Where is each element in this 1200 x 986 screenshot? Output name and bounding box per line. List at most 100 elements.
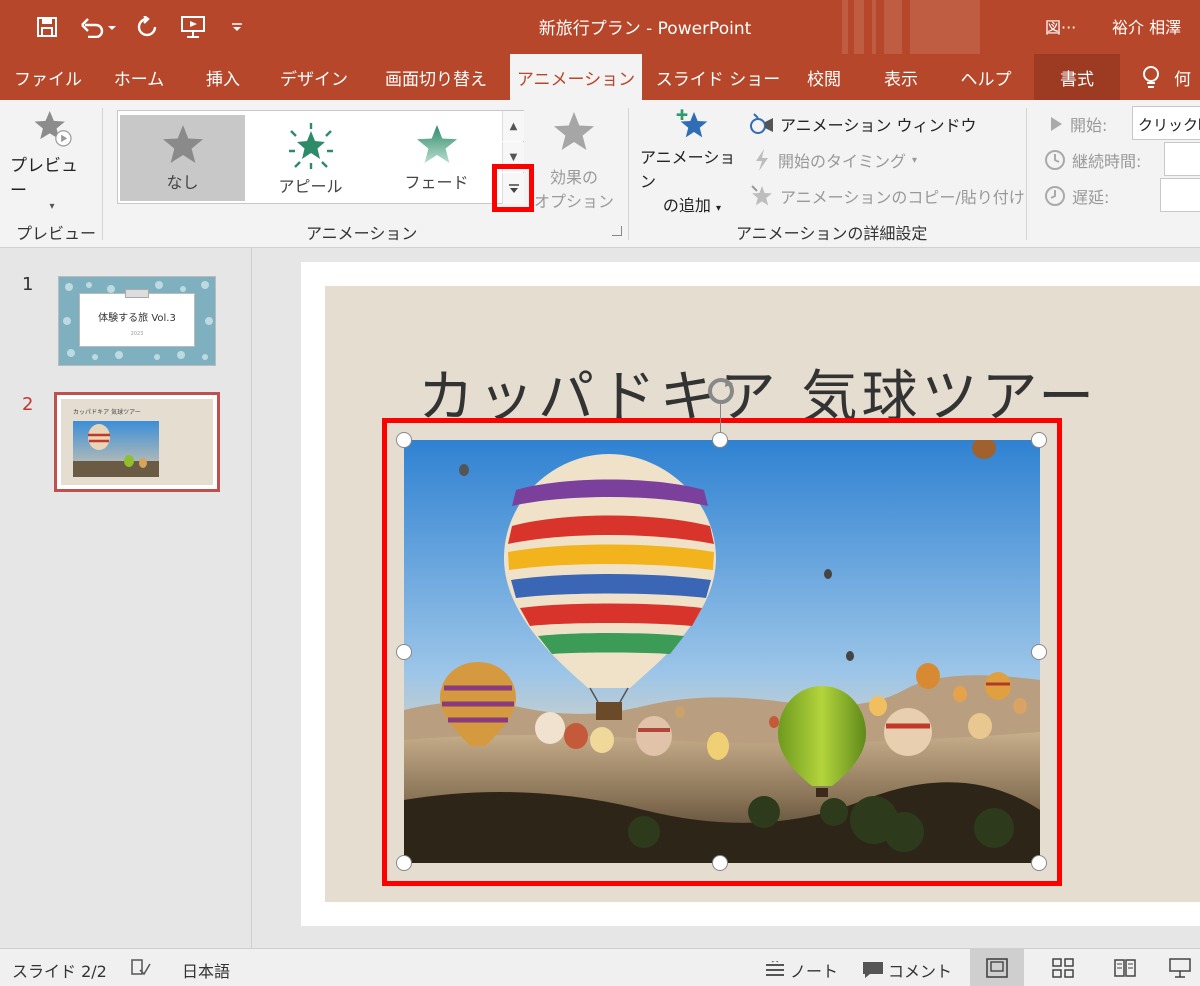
resize-handle[interactable] (396, 644, 412, 660)
tab-tell-me[interactable]: 何 (1134, 54, 1200, 100)
gallery-item-fade[interactable]: フェード (374, 115, 499, 201)
slide-number-2: 2 (22, 394, 34, 415)
gallery-item-appear[interactable]: アピール (248, 115, 373, 201)
notes-icon (766, 961, 784, 976)
preview-label: プレビュー (10, 156, 78, 201)
animation-pane-icon (750, 113, 773, 134)
slide-sorter-view-button[interactable] (1036, 949, 1090, 986)
add-animation-label-2: の追加 ▾ (662, 196, 722, 215)
resize-handle[interactable] (712, 855, 728, 871)
highlight-box-selected-picture (382, 418, 1062, 886)
slideshow-icon (1169, 958, 1191, 978)
tell-me-label: 何 (1174, 69, 1191, 90)
star-icon (162, 125, 203, 163)
tab-review[interactable]: 校閲 (794, 54, 854, 100)
highlight-box-more-button (492, 164, 534, 212)
group-separator (628, 108, 629, 240)
clock-icon (1045, 150, 1065, 170)
preview-group-label: プレビュー (16, 224, 97, 243)
chevron-down-icon: ▾ (49, 201, 55, 212)
slide-thumbnail-pane: 1 体験する旅 Vol.3 2023 2 カッパドキア 気球ツアー (0, 248, 252, 948)
notes-button[interactable]: ノート (764, 958, 838, 982)
lightning-icon (756, 149, 768, 171)
tab-format[interactable]: 書式 (1034, 54, 1120, 100)
animation-gallery: なし アピール フェード ▲ ▼ (117, 110, 524, 204)
slide-thumbnail-1[interactable]: 体験する旅 Vol.3 2023 (58, 276, 216, 366)
resize-handle[interactable] (712, 432, 728, 448)
animation-group-label: アニメーション (306, 224, 418, 243)
trigger-button[interactable]: 開始のタイミング ▾ (752, 148, 917, 172)
add-animation-icon (676, 109, 708, 138)
effect-options-label-2: オプション (533, 192, 614, 211)
thumb-2-title: カッパドキア 気球ツアー (73, 409, 141, 416)
window-title: 新旅行プラン - PowerPoint (538, 19, 752, 39)
resize-handle[interactable] (1031, 432, 1047, 448)
resize-handle[interactable] (1031, 644, 1047, 660)
delay-clock-icon (1045, 186, 1065, 206)
figure-tools-label: 図··· (1045, 18, 1077, 37)
status-bar: スライド 2/2 日本語 ノート コメント (0, 948, 1200, 986)
rotate-handle-icon[interactable] (706, 376, 736, 406)
comment-icon (863, 962, 883, 978)
comments-button[interactable]: コメント (862, 958, 952, 982)
start-select[interactable]: クリック時 (1132, 106, 1200, 140)
duration-label: 継続時間: (1044, 148, 1141, 172)
resize-handle[interactable] (396, 432, 412, 448)
tab-help[interactable]: ヘルプ (948, 54, 1024, 100)
language-indicator[interactable]: 日本語 (182, 958, 230, 982)
spelling-check-icon[interactable] (130, 958, 152, 978)
play-icon (1051, 117, 1062, 131)
slide-indicator: スライド 2/2 (12, 962, 107, 981)
gallery-label: なし (166, 173, 199, 192)
slideshow-view-button[interactable] (1160, 949, 1200, 986)
thumb-1-title: 体験する旅 Vol.3 (98, 313, 176, 324)
tab-insert[interactable]: 挿入 (190, 54, 256, 100)
dialog-launcher-icon[interactable] (612, 226, 622, 236)
tab-design[interactable]: デザイン (268, 54, 360, 100)
tab-file[interactable]: ファイル (10, 54, 86, 100)
appear-star-icon (288, 123, 333, 169)
tab-transitions[interactable]: 画面切り替え (372, 54, 500, 100)
ribbon: プレビュー ▾ プレビュー なし アピール フェード ▲ ▼ 効果の オプション… (0, 100, 1200, 248)
add-animation-button[interactable]: アニメーション の追加 ▾ (640, 108, 744, 216)
animation-pane-button[interactable]: アニメーション ウィンドウ (748, 112, 976, 136)
gallery-label: アピール (278, 177, 343, 196)
add-animation-label-1: アニメーション (640, 148, 736, 191)
reading-view-button[interactable] (1098, 949, 1152, 986)
user-name[interactable]: 裕介 相澤 (1112, 14, 1181, 38)
tab-slideshow[interactable]: スライド ショー (652, 54, 784, 100)
thumb-tab-graphic (125, 289, 149, 298)
reading-view-icon (1114, 959, 1136, 977)
animation-painter-button[interactable]: アニメーションのコピー/貼り付け (750, 184, 1025, 208)
thumb-balloon-photo (73, 421, 159, 477)
slide-thumbnail-2[interactable]: カッパドキア 気球ツアー (54, 392, 220, 492)
group-separator (102, 108, 103, 240)
tab-home[interactable]: ホーム (100, 54, 178, 100)
thumb-1-subtitle: 2023 (130, 331, 144, 337)
gallery-item-none[interactable]: なし (120, 115, 245, 201)
animation-painter-icon (751, 185, 772, 206)
effect-options-star-icon (554, 112, 594, 150)
effect-options-label-1: 効果の (549, 168, 598, 187)
duration-input[interactable] (1164, 142, 1200, 176)
gallery-label: フェード (404, 173, 469, 192)
group-separator (1026, 108, 1027, 240)
slide-sorter-icon (1052, 958, 1074, 978)
delay-input[interactable] (1160, 178, 1200, 212)
start-label: 開始: (1048, 112, 1107, 136)
tab-animations[interactable]: アニメーション (510, 54, 642, 100)
normal-view-icon (986, 958, 1008, 978)
resize-handle[interactable] (1031, 855, 1047, 871)
resize-handle[interactable] (396, 855, 412, 871)
fade-star-icon (416, 125, 457, 163)
advanced-animation-group-label: アニメーションの詳細設定 (736, 224, 928, 243)
effect-options-button[interactable]: 効果の オプション (532, 110, 616, 214)
preview-star-icon (34, 111, 72, 147)
ribbon-tabs: ファイル ホーム 挿入 デザイン 画面切り替え アニメーション スライド ショー… (0, 54, 1200, 100)
gallery-scroll-up[interactable]: ▲ (502, 111, 524, 141)
normal-view-button[interactable] (970, 949, 1024, 986)
title-bar: 新旅行プラン - PowerPoint 図··· 裕介 相澤 (0, 0, 1200, 54)
delay-label: 遅延: (1044, 184, 1109, 208)
tab-view[interactable]: 表示 (866, 54, 936, 100)
preview-button[interactable]: プレビュー ▾ (10, 108, 94, 212)
